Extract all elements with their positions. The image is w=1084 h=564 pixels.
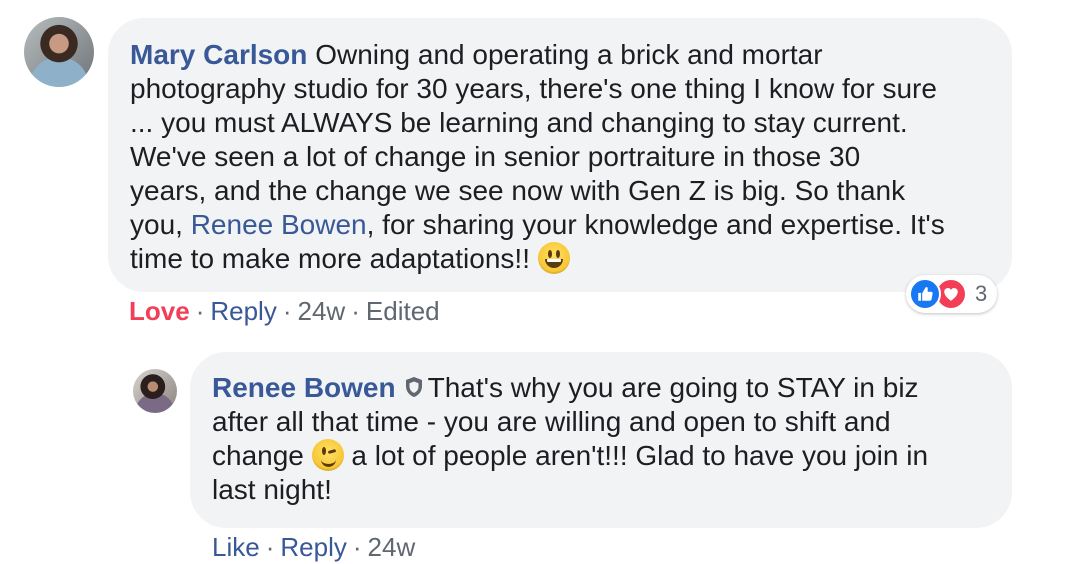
edited-label[interactable]: Edited [366, 296, 440, 326]
comment-text: photography studio for 30 years, there's… [130, 73, 937, 104]
like-reaction-icon [909, 278, 941, 310]
separator: · [352, 532, 362, 562]
comment-text: ... you must ALWAYS be learning and chan… [130, 107, 908, 138]
reply-text: change [212, 440, 312, 471]
reply-button[interactable]: Reply [280, 532, 346, 562]
grinning-face-icon [537, 242, 570, 274]
timestamp[interactable]: 24w [368, 532, 416, 562]
comment-line: you, Renee Bowen, for sharing your knowl… [130, 208, 990, 242]
separator: · [282, 296, 292, 326]
comment-text: Owning and operating a brick and mortar [315, 39, 823, 70]
reply-author-link[interactable]: Renee Bowen [212, 372, 396, 403]
separator: · [351, 296, 360, 326]
avatar[interactable] [24, 17, 94, 87]
comment-actions: Love · Reply · 24w · Edited [129, 296, 440, 326]
reply-text: after all that time - you are willing an… [212, 406, 891, 437]
love-reaction-button[interactable]: Love [129, 296, 190, 326]
reply-button[interactable]: Reply [210, 296, 276, 326]
comment-text: , for sharing your knowledge and experti… [366, 209, 945, 240]
like-button[interactable]: Like [212, 532, 260, 562]
reply-line: change a lot of people aren't!!! Glad to… [212, 439, 990, 473]
reply-bubble: Renee Bowen That's why you are going to S… [190, 352, 1012, 528]
comment-bubble: Mary Carlson Owning and operating a bric… [108, 18, 1012, 292]
reply-line: Renee Bowen That's why you are going to S… [212, 371, 990, 405]
shield-icon [405, 377, 422, 397]
comment-line: time to make more adaptations!! [130, 242, 990, 276]
reply-text: last night! [212, 474, 332, 505]
timestamp[interactable]: 24w [298, 296, 346, 326]
comment-author-link[interactable]: Mary Carlson [130, 39, 307, 70]
comment-line: Mary Carlson Owning and operating a bric… [130, 38, 990, 72]
separator: · [195, 296, 205, 326]
avatar[interactable] [133, 369, 177, 413]
mention-link[interactable]: Renee Bowen [191, 209, 367, 240]
comment-text: time to make more adaptations!! [130, 243, 538, 274]
reply-actions: Like · Reply · 24w [212, 532, 415, 562]
comment-text: We've seen a lot of change in senior por… [130, 141, 861, 172]
comment-text: years, and the change we see now with Ge… [130, 175, 906, 206]
comment-text: you, [130, 209, 191, 240]
winking-face-icon [311, 439, 344, 471]
reply-text: a lot of people aren't!!! Glad to have y… [343, 440, 929, 471]
reaction-count: 3 [975, 281, 988, 306]
separator: · [265, 532, 275, 562]
reaction-summary[interactable]: 3 [906, 275, 998, 313]
comment-thread: Mary Carlson Owning and operating a bric… [0, 0, 1084, 564]
reply-text: That's why you are going to STAY in biz [427, 372, 919, 403]
